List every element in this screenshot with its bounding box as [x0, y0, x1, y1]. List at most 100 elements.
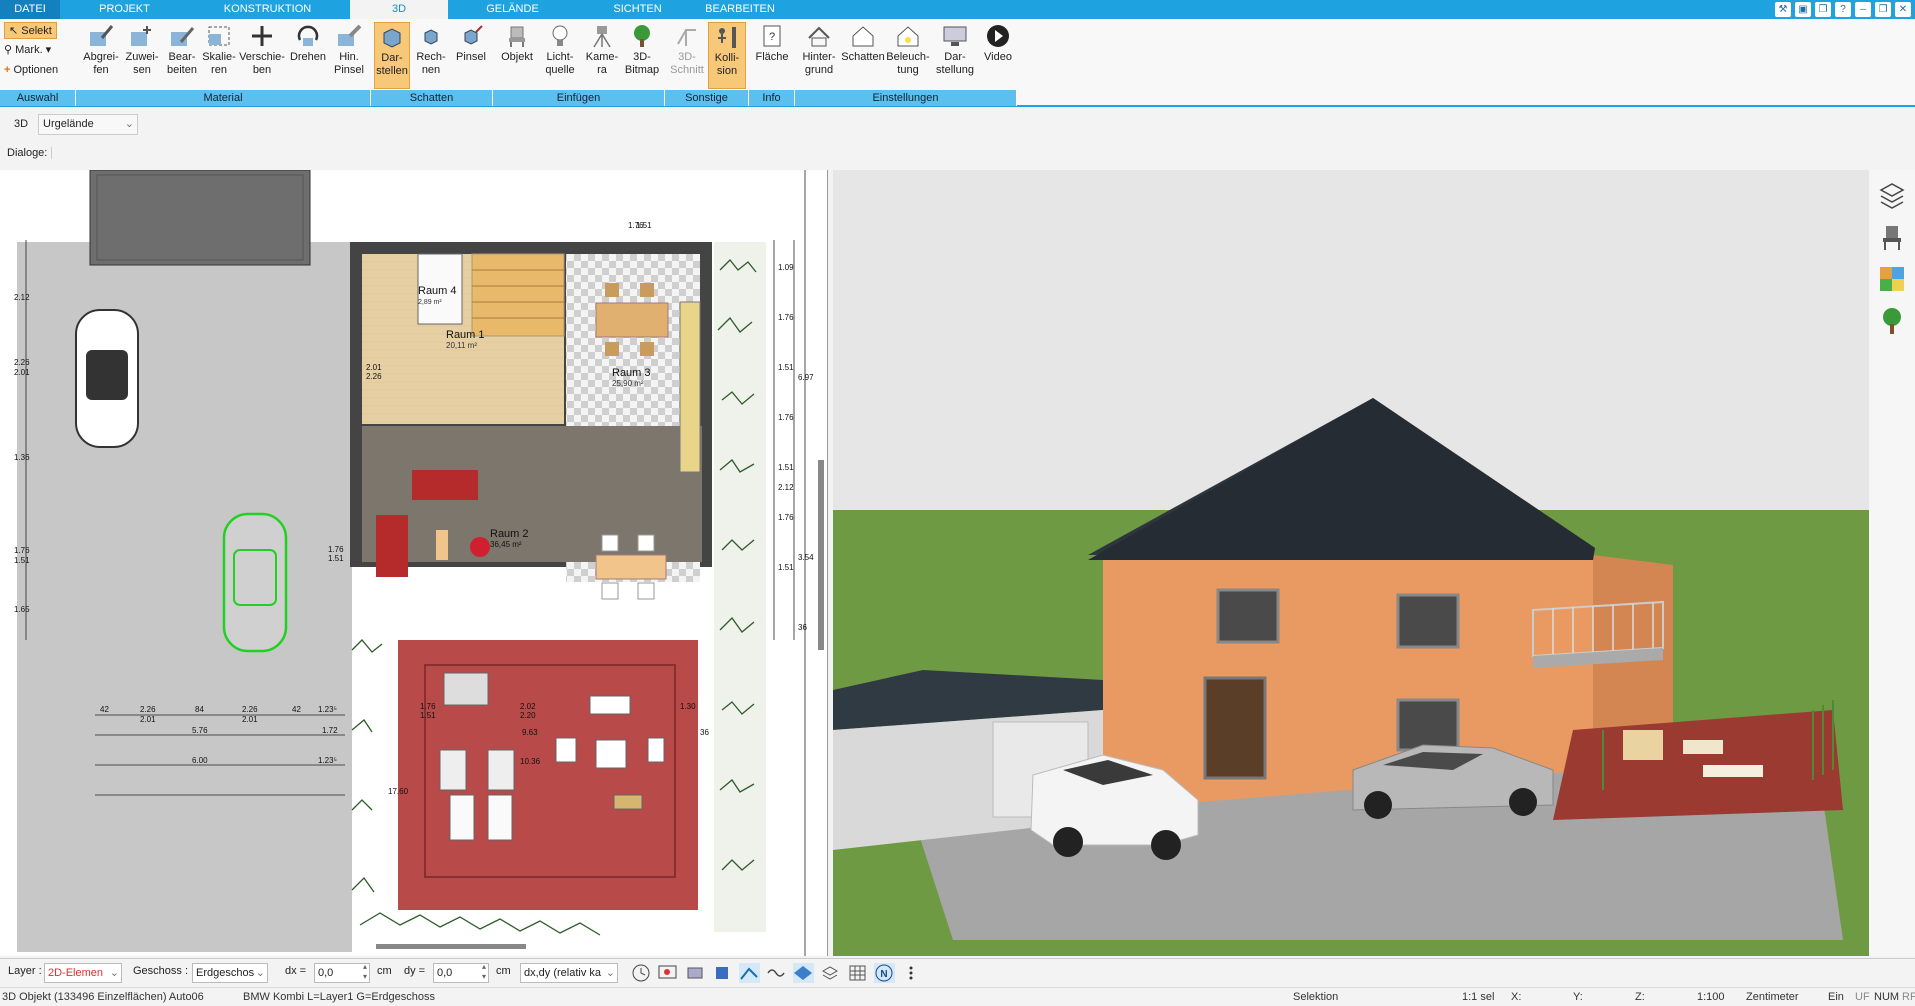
tab-3d[interactable]: 3D [350, 0, 448, 19]
tab-bearbeiten[interactable]: BEARBEITEN [695, 0, 785, 19]
screen-view-icon[interactable] [657, 963, 678, 983]
schnitt-button[interactable]: 3D- Schnitt [668, 22, 706, 89]
materials-icon[interactable] [1877, 264, 1907, 294]
tab-konstruktion[interactable]: KONSTRUKTION [190, 0, 345, 19]
terrain-select[interactable]: Urgelände ⌄ [38, 114, 138, 135]
mark-button[interactable]: ⚲ Mark. ▾ [4, 42, 51, 59]
wave-icon[interactable] [766, 963, 787, 983]
status-rf: RF [1902, 991, 1915, 1003]
tab-datei[interactable]: DATEI [0, 0, 60, 19]
layers-icon[interactable] [1877, 180, 1907, 210]
help-icon[interactable]: ? [1835, 2, 1851, 17]
plan-horizontal-scrollbar[interactable] [376, 944, 526, 949]
tab-projekt[interactable]: PROJEKT [72, 0, 177, 19]
3d-view[interactable] [833, 170, 1869, 956]
window-icon[interactable]: ▣ [1795, 2, 1811, 17]
restore-icon[interactable]: ❐ [1875, 2, 1891, 17]
scale-icon [206, 24, 232, 48]
flaeche-button[interactable]: ? Fläche [752, 22, 792, 89]
darstellen-button[interactable]: Dar- stellen [374, 22, 410, 89]
room-4-label: Raum 4 [418, 285, 457, 297]
dim-top-5: 42 [292, 705, 301, 714]
hinpinsel-button[interactable]: Hin. Pinsel [329, 22, 369, 89]
kollision-button[interactable]: Kolli- sion [708, 22, 746, 89]
bearbeiten-button[interactable]: Bear- beiten [162, 22, 202, 89]
dining-table [595, 302, 669, 338]
windows-icon[interactable]: ❐ [1815, 2, 1831, 17]
status-scale: 1:100 [1697, 991, 1725, 1003]
chair-icon [504, 24, 530, 48]
video-button[interactable]: Video [978, 22, 1018, 89]
beleuchtung-label-2: tung [897, 64, 919, 76]
plus-icon: + [4, 64, 11, 76]
wall-draw-icon[interactable] [739, 963, 760, 983]
edit-material-icon [169, 24, 195, 48]
north-icon[interactable]: N [874, 963, 895, 983]
rechnen-button[interactable]: Rech- nen [412, 22, 450, 89]
coord-mode-value: dx,dy (relativ ka [524, 967, 602, 979]
dim-top-6: 1.23⁵ [318, 705, 337, 714]
status-info: BMW Kombi L=Layer1 G=Erdgeschoss [243, 991, 435, 1003]
door-c: 1.76 [328, 545, 344, 554]
floor-plan-view[interactable]: Raum 4 2,89 m² Raum 1 20,11 m² Raum 3 25… [0, 170, 828, 956]
bearbeiten-label-2: beiten [167, 64, 197, 76]
object-snap-icon[interactable] [712, 963, 733, 983]
schatten-button[interactable]: Schatten [840, 22, 886, 89]
plane-icon[interactable] [793, 963, 814, 983]
cube-brush-icon [458, 24, 484, 48]
dy-stepper-icon[interactable]: ▴ ▾ [482, 962, 486, 982]
optionen-button[interactable]: + Optionen [4, 62, 58, 79]
beleuchtung-button[interactable]: Beleuch- tung [886, 22, 930, 89]
house-shadow-icon [850, 24, 876, 48]
selekt-button[interactable]: ↖ Selekt [4, 22, 57, 39]
dx-stepper-icon[interactable]: ▴ ▾ [363, 962, 367, 982]
darstellung-button[interactable]: Dar- stellung [932, 22, 978, 89]
dim-top2-2: 2.01 [242, 715, 258, 724]
more-icon[interactable] [901, 963, 922, 983]
room-1-area: 20,11 m² [446, 341, 477, 350]
abgreifen-button[interactable]: Abgrei- fen [80, 22, 122, 89]
room-4-area: 2,89 m² [418, 299, 442, 306]
tree-icon [629, 24, 655, 48]
brush-icon [336, 24, 362, 48]
skalieren-button[interactable]: Skalie- ren [200, 22, 238, 89]
coord-mode-select[interactable]: dx,dy (relativ ka ⌄ [520, 963, 618, 983]
clock-icon[interactable] [631, 963, 652, 983]
dy-input[interactable]: 0,0 ▴ ▾ [433, 962, 489, 983]
selected-green-car [222, 512, 288, 653]
flaeche-label-1: Fläche [755, 51, 789, 63]
group-einstellungen: Einstellungen [795, 90, 1017, 106]
close-icon[interactable]: ✕ [1895, 2, 1911, 17]
dim-right-7: 1.51 [778, 563, 794, 572]
grid-icon[interactable] [847, 963, 868, 983]
verschieben-button[interactable]: Verschie- ben [237, 22, 287, 89]
dx-input[interactable]: 0,0 ▴ ▾ [314, 962, 370, 983]
chair-catalog-icon[interactable] [1877, 222, 1907, 252]
lichtquelle-button[interactable]: Licht- quelle [538, 22, 582, 89]
hintergrund-button[interactable]: Hinter- grund [798, 22, 840, 89]
dim-terrace-7: 10.36 [520, 757, 541, 766]
snap-icon[interactable] [685, 963, 706, 983]
tab-sichten[interactable]: SICHTEN [580, 0, 695, 19]
dy-value: 0,0 [437, 967, 453, 979]
zuweisen-button[interactable]: Zuwei- sen [122, 22, 162, 89]
layers-stack-icon[interactable] [820, 963, 841, 983]
tab-gelaende[interactable]: GELÄNDE [460, 0, 565, 19]
tools-icon[interactable]: ⚒ [1775, 2, 1791, 17]
plan-vertical-scrollbar[interactable] [818, 460, 824, 650]
floor-plan-canvas: Raum 4 2,89 m² Raum 1 20,11 m² Raum 3 25… [14, 170, 824, 956]
dim-terrace-5: 1.30 [680, 702, 696, 711]
menu-bar: DATEI PROJEKT KONSTRUKTION 3D GELÄNDE SI… [0, 0, 1915, 19]
armchair [376, 515, 408, 577]
geschoss-select[interactable]: Erdgeschos ⌄ [192, 963, 268, 983]
bitmap-button[interactable]: 3D- Bitmap [622, 22, 662, 89]
layer-select[interactable]: 2D-Elemen ⌄ [44, 963, 122, 983]
objekt-button[interactable]: Objekt [498, 22, 536, 89]
pinsel-button[interactable]: Pinsel [452, 22, 490, 89]
minimize-icon[interactable]: – [1855, 2, 1871, 17]
kamera-button[interactable]: Kame- ra [582, 22, 622, 89]
dim-terrace-9: 36 [700, 728, 709, 737]
drehen-button[interactable]: Drehen [287, 22, 329, 89]
plants-icon[interactable] [1877, 306, 1907, 336]
dim-terrace-2: 1.51 [420, 711, 436, 720]
